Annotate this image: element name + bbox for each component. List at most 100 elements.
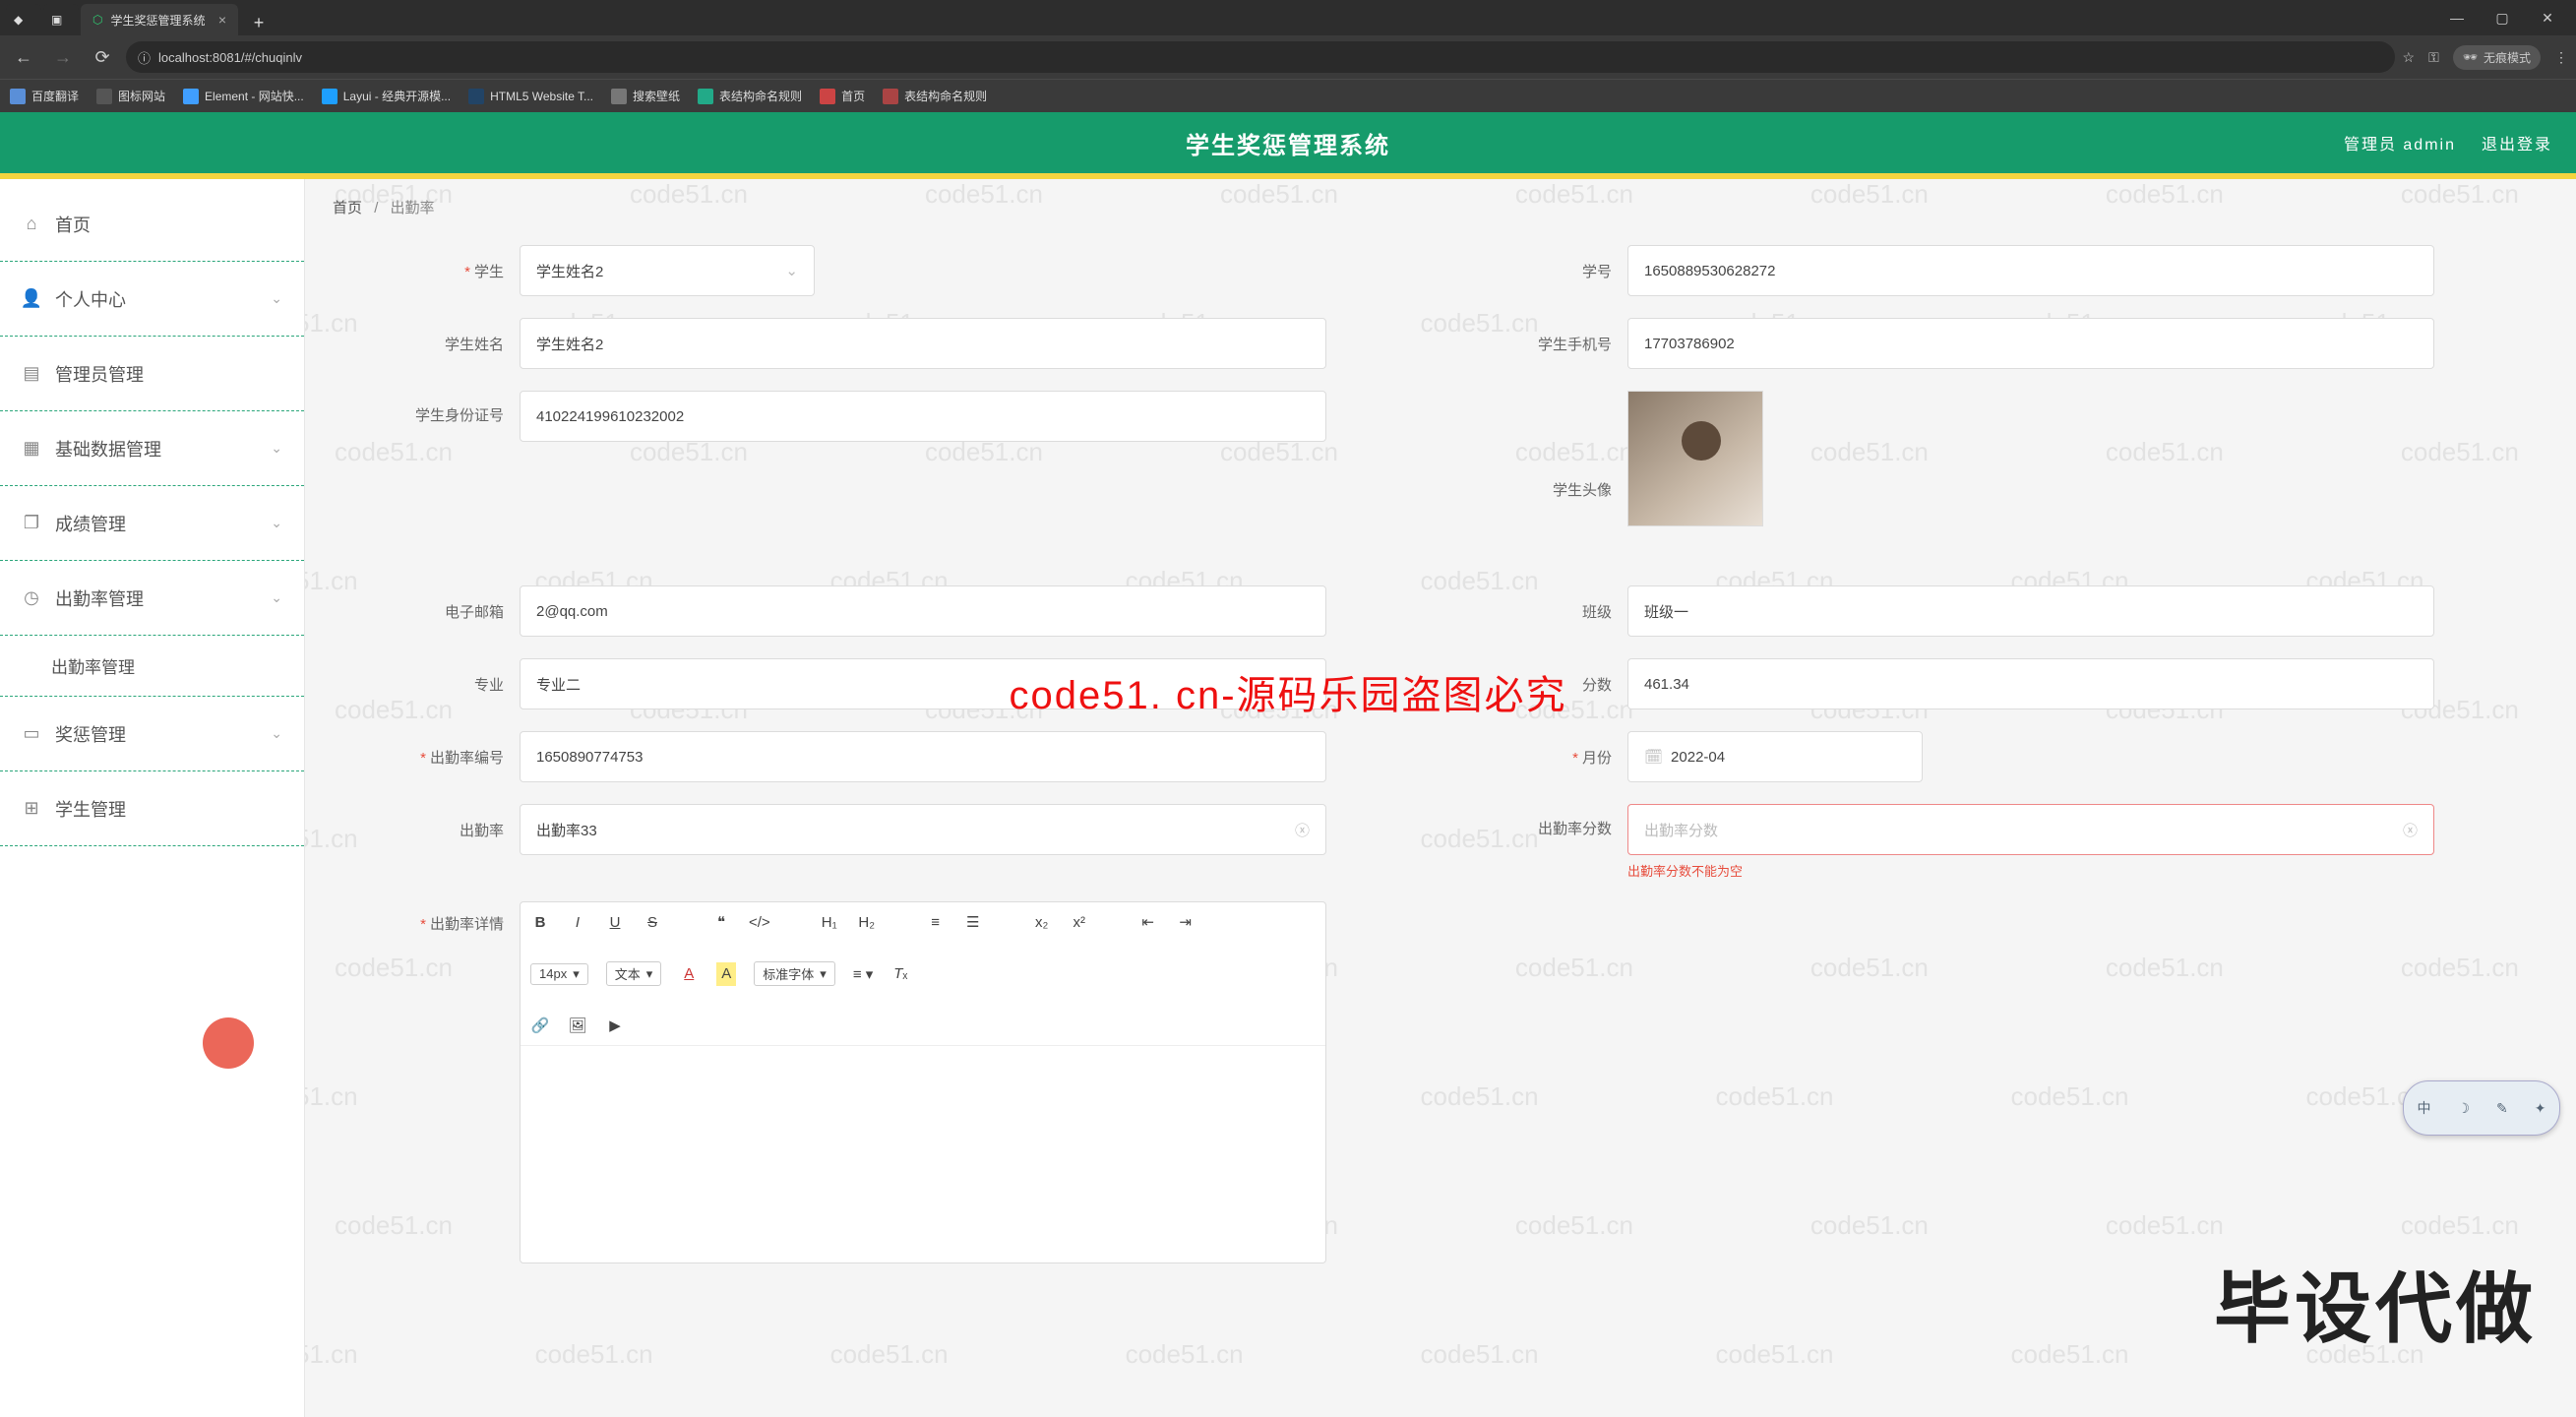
bookmark-item[interactable]: Element - 网站快... — [183, 88, 304, 104]
month-picker[interactable]: 🗓2022-04 — [1627, 731, 1923, 782]
url-field[interactable]: ⓘ localhost:8081/#/chuqinlv — [126, 41, 2395, 73]
sidebar-item-admin[interactable]: ▤管理员管理 — [0, 337, 304, 411]
breadcrumb-home[interactable]: 首页 — [333, 200, 362, 216]
ul-button[interactable]: ☰ — [963, 910, 983, 934]
browser-tab-inactive[interactable]: ◆ — [6, 4, 41, 35]
window-minimize-button[interactable]: — — [2434, 0, 2480, 35]
logout-link[interactable]: 退出登录 — [2482, 131, 2552, 154]
browser-tab-inactive[interactable]: ▣ — [43, 4, 79, 35]
video-button[interactable]: ▶ — [605, 1014, 625, 1037]
breadcrumb-separator: / — [374, 200, 378, 216]
star-icon[interactable]: ☆ — [2403, 49, 2416, 66]
rich-text-editor[interactable]: B I U S ❝ </> H₁ H₂ — [520, 901, 1326, 1263]
sidebar-item-attendance[interactable]: ◷出勤率管理⌄ — [0, 561, 304, 636]
sidebar-item-profile[interactable]: 👤个人中心⌄ — [0, 262, 304, 337]
chevron-down-icon: ⌄ — [271, 290, 282, 307]
attn-no-input[interactable]: 1650890774753 — [520, 731, 1326, 782]
bookmark-item[interactable]: Layui - 经典开源模... — [322, 88, 451, 104]
font-family-select[interactable]: 标准字体 ▾ — [754, 961, 835, 986]
align-button[interactable]: ≡ ▾ — [853, 962, 873, 986]
text-color-button[interactable]: A — [679, 962, 699, 986]
font-size-select[interactable]: 14px ▾ — [530, 963, 588, 985]
sidebar-item-label: 成绩管理 — [55, 511, 126, 536]
attn-rate-label: 出勤率 — [333, 820, 520, 840]
quote-button[interactable]: ❝ — [711, 910, 731, 934]
link-button[interactable]: 🔗 — [530, 1014, 550, 1037]
forward-button[interactable]: → — [47, 41, 79, 73]
editor-body[interactable] — [521, 1046, 1325, 1263]
bookmark-favicon — [468, 89, 484, 104]
bookmark-item[interactable]: 搜索壁纸 — [611, 88, 680, 104]
chevron-down-icon: ⌄ — [785, 262, 798, 279]
sidebar-item-rewards[interactable]: ▭奖惩管理⌄ — [0, 697, 304, 771]
address-bar: ← → ⟳ ⓘ localhost:8081/#/chuqinlv ☆ ⚿ 🕶 … — [0, 35, 2576, 79]
clear-icon[interactable]: ⓧ — [2403, 820, 2418, 840]
image-button[interactable]: 🖼 — [568, 1014, 587, 1037]
h1-button[interactable]: H₁ — [820, 910, 839, 934]
key-icon[interactable]: ⚿ — [2428, 49, 2439, 66]
bookmark-item[interactable]: 图标网站 — [96, 88, 165, 104]
subscript-button[interactable]: x₂ — [1032, 910, 1052, 934]
window-close-button[interactable]: ✕ — [2525, 0, 2570, 35]
student-id-input[interactable]: 1650889530628272 — [1627, 245, 2434, 296]
ime-moon-icon[interactable]: ☽ — [2457, 1100, 2470, 1117]
code-button[interactable]: </> — [749, 910, 770, 934]
superscript-button[interactable]: x² — [1070, 910, 1089, 934]
bookmark-label: 表结构命名规则 — [904, 88, 987, 104]
text-type-select[interactable]: 文本 ▾ — [606, 961, 662, 986]
sidebar-item-basedata[interactable]: ▦基础数据管理⌄ — [0, 411, 304, 486]
attn-score-input[interactable]: 出勤率分数ⓧ — [1627, 804, 2434, 855]
ime-spark-icon[interactable]: ✦ — [2535, 1100, 2546, 1117]
reload-button[interactable]: ⟳ — [87, 41, 118, 73]
tab-close-icon[interactable]: × — [218, 12, 226, 28]
sidebar-subitem-attendance[interactable]: 出勤率管理 — [0, 636, 304, 697]
sidebar-item-grades[interactable]: ❐成绩管理⌄ — [0, 486, 304, 561]
sidebar-item-students[interactable]: ⊞学生管理 — [0, 771, 304, 846]
phone-input[interactable]: 17703786902 — [1627, 318, 2434, 369]
h2-button[interactable]: H₂ — [857, 910, 877, 934]
underline-button[interactable]: U — [605, 910, 625, 934]
score-input[interactable]: 461.34 — [1627, 658, 2434, 709]
class-label: 班级 — [1441, 601, 1627, 622]
bookmark-item[interactable]: 表结构命名规则 — [698, 88, 802, 104]
bookmark-favicon — [183, 89, 199, 104]
student-select[interactable]: 学生姓名2⌄ — [520, 245, 815, 296]
bookmark-item[interactable]: 百度翻译 — [10, 88, 79, 104]
student-name-input[interactable]: 学生姓名2 — [520, 318, 1326, 369]
outdent-button[interactable]: ⇤ — [1138, 910, 1158, 934]
chevron-down-icon: ⌄ — [271, 589, 282, 606]
major-input[interactable]: 专业二 — [520, 658, 1326, 709]
new-tab-button[interactable]: + — [246, 10, 272, 35]
sidebar-item-home[interactable]: ⌂首页 — [0, 187, 304, 262]
sidebar: ⌂首页 👤个人中心⌄ ▤管理员管理 ▦基础数据管理⌄ ❐成绩管理⌄ ◷出勤率管理… — [0, 179, 305, 1417]
class-input[interactable]: 班级一 — [1627, 585, 2434, 637]
bookmark-item[interactable]: 首页 — [820, 88, 865, 104]
bookmark-item[interactable]: HTML5 Website T... — [468, 89, 593, 104]
input-value: 461.34 — [1644, 676, 1689, 693]
admin-label[interactable]: 管理员 admin — [2344, 131, 2456, 154]
bg-color-button[interactable]: A — [716, 962, 736, 986]
strike-button[interactable]: S — [643, 910, 662, 934]
window-maximize-button[interactable]: ▢ — [2480, 0, 2525, 35]
ime-mode[interactable]: 中 — [2417, 1098, 2430, 1118]
clear-format-button[interactable]: Tₓ — [890, 962, 910, 986]
attn-score-error: 出勤率分数不能为空 — [1627, 861, 2434, 880]
menu-icon[interactable]: ⋮ — [2554, 49, 2568, 66]
attn-rate-input[interactable]: 出勤率33ⓧ — [520, 804, 1326, 855]
ol-button[interactable]: ≡ — [926, 910, 946, 934]
bold-button[interactable]: B — [530, 910, 550, 934]
site-info-icon[interactable]: ⓘ — [138, 48, 151, 67]
ime-brush-icon[interactable]: ✎ — [2496, 1100, 2508, 1117]
email-input[interactable]: 2@qq.com — [520, 585, 1326, 637]
avatar-image[interactable] — [1627, 391, 1763, 526]
ime-toolbar[interactable]: 中 ☽ ✎ ✦ — [2403, 1080, 2560, 1136]
clear-icon[interactable]: ⓧ — [1295, 820, 1310, 840]
incognito-badge[interactable]: 🕶 无痕模式 — [2453, 45, 2541, 70]
back-button[interactable]: ← — [8, 41, 39, 73]
idcard-input[interactable]: 410224199610232002 — [520, 391, 1326, 442]
browser-tab-active[interactable]: ⬡ 学生奖惩管理系统 × — [81, 4, 238, 35]
book-icon: ▭ — [22, 724, 41, 744]
italic-button[interactable]: I — [568, 910, 587, 934]
bookmark-item[interactable]: 表结构命名规则 — [883, 88, 987, 104]
indent-button[interactable]: ⇥ — [1176, 910, 1196, 934]
